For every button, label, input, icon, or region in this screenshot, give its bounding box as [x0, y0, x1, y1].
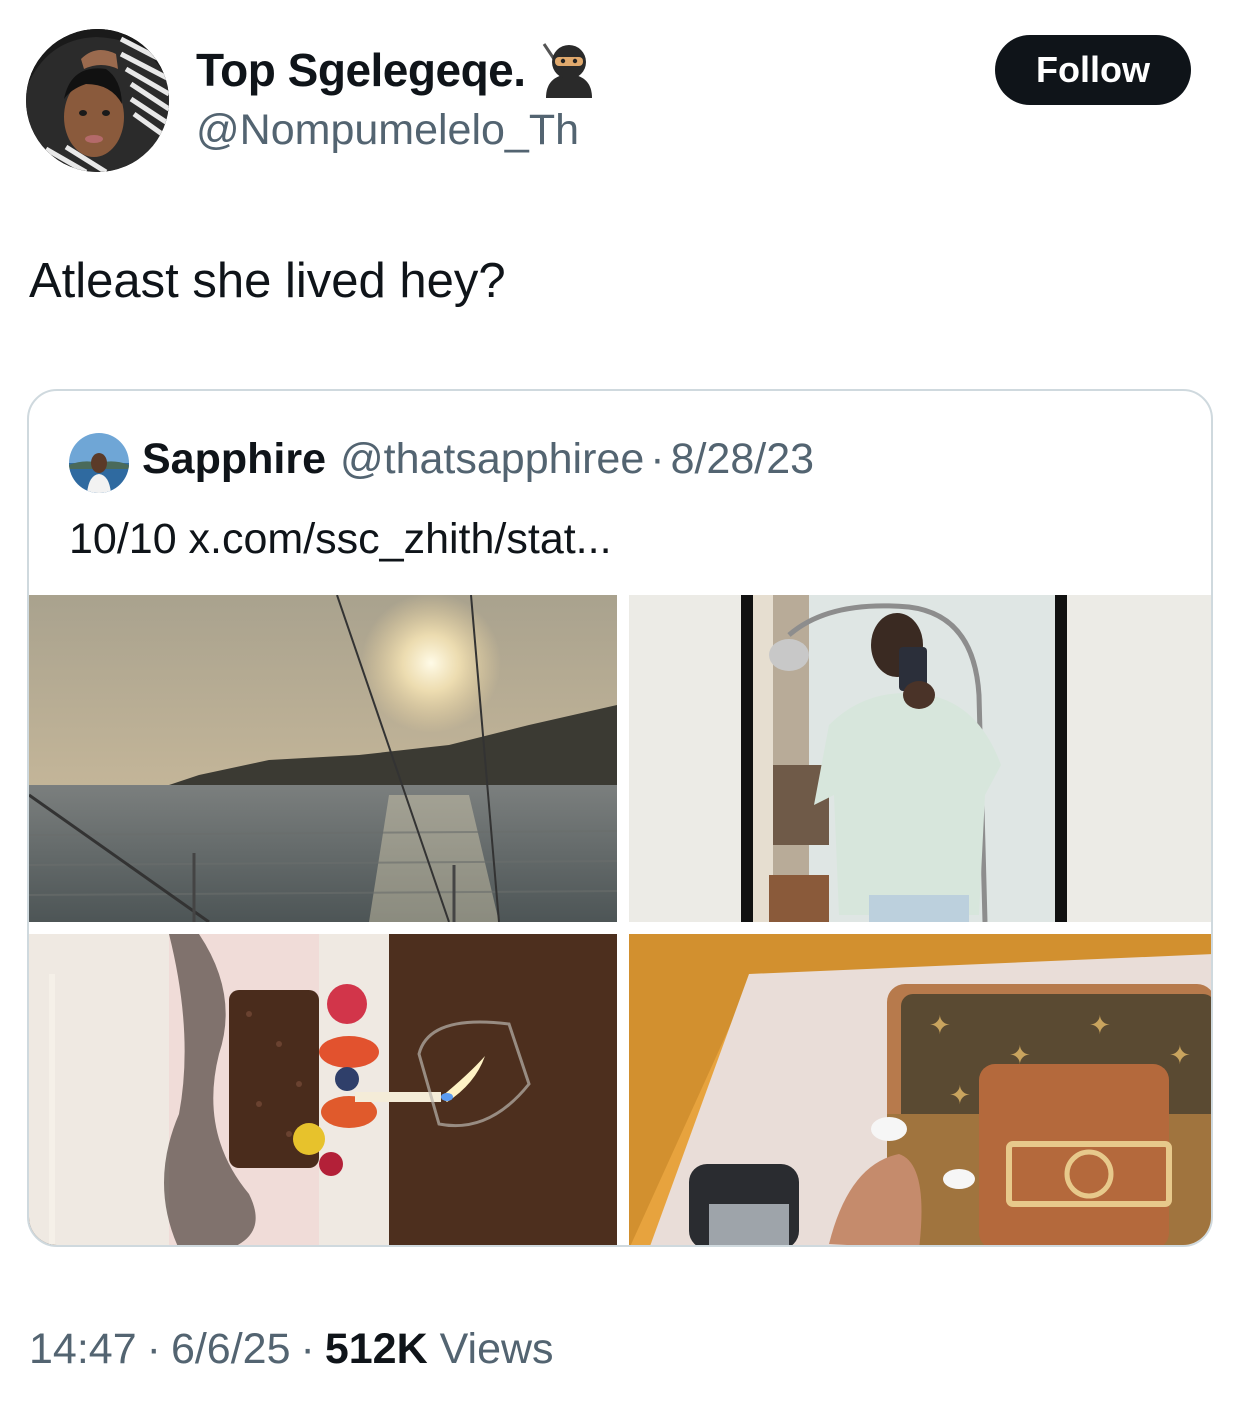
- meta-separator: ·: [300, 1325, 315, 1373]
- meta-separator: ·: [146, 1325, 161, 1373]
- tweet-time[interactable]: 14:47: [29, 1325, 137, 1374]
- media-grid: ✦ ✦ ✦ ✦ ✦ ✦: [29, 595, 1211, 1245]
- follow-button[interactable]: Follow: [995, 35, 1191, 105]
- mirror-selfie-photo[interactable]: [629, 595, 1211, 922]
- views-label: Views: [439, 1325, 554, 1373]
- sunset-sea-photo[interactable]: [29, 595, 617, 922]
- ninja-emoji-icon: [538, 40, 600, 100]
- birthday-cake-photo[interactable]: [29, 934, 617, 1245]
- quoted-display-name[interactable]: Sapphire: [142, 435, 326, 484]
- tweet-meta: 14:47 · 6/6/25 · 512K Views: [29, 1325, 554, 1374]
- quoted-author-avatar[interactable]: [69, 433, 129, 493]
- quoted-separator: ·: [650, 435, 665, 483]
- quoted-handle[interactable]: @thatsapphiree: [340, 435, 644, 484]
- author-avatar[interactable]: [26, 29, 169, 172]
- author-handle[interactable]: @Nompumelelo_Th: [196, 106, 579, 155]
- quoted-header: Sapphire @thatsapphiree · 8/28/23: [142, 435, 814, 484]
- svg-text:✦: ✦: [949, 1081, 971, 1111]
- svg-text:✦: ✦: [1169, 1041, 1191, 1071]
- svg-text:✦: ✦: [929, 1011, 951, 1041]
- tweet-text: Atleast she lived hey?: [29, 254, 506, 308]
- designer-bag-photo[interactable]: ✦ ✦ ✦ ✦ ✦ ✦: [629, 934, 1211, 1245]
- quoted-tweet-card[interactable]: Sapphire @thatsapphiree · 8/28/23 10/10 …: [27, 389, 1213, 1247]
- author-name-row[interactable]: Top Sgelegeqe.: [196, 40, 600, 100]
- svg-text:✦: ✦: [1089, 1011, 1111, 1041]
- author-display-name[interactable]: Top Sgelegeqe.: [196, 43, 526, 97]
- quoted-text: 10/10 x.com/ssc_zhith/stat...: [69, 515, 612, 563]
- views-count[interactable]: 512K: [325, 1325, 428, 1374]
- tweet-date[interactable]: 6/6/25: [171, 1325, 291, 1374]
- quoted-date[interactable]: 8/28/23: [671, 435, 814, 484]
